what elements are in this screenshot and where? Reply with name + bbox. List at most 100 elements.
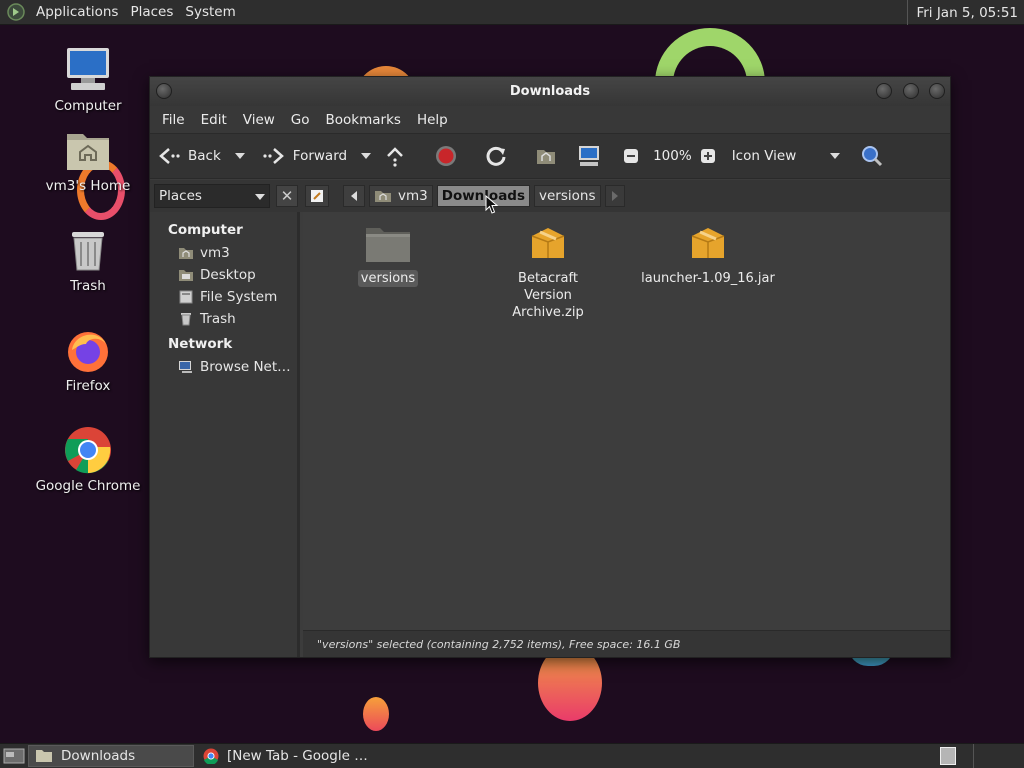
breadcrumb-label: versions xyxy=(539,188,596,204)
menu-help[interactable]: Help xyxy=(409,112,456,128)
breadcrumb-scroll-left[interactable] xyxy=(343,185,365,207)
desktop-icon-label: Computer xyxy=(54,98,122,114)
up-button[interactable] xyxy=(385,145,413,167)
chrome-icon xyxy=(65,427,111,474)
close-side-pane-button[interactable]: ✕ xyxy=(276,185,298,207)
menu-edit[interactable]: Edit xyxy=(193,112,235,128)
chevron-right-icon xyxy=(611,191,618,201)
location-bar: Places ✕ vm3 Downloads versions xyxy=(150,180,950,212)
toggle-location-entry-button[interactable] xyxy=(305,185,329,207)
sidebar-item-label: vm3 xyxy=(200,245,230,261)
sidebar-heading-computer: Computer xyxy=(168,222,243,238)
bg-blob-small-orange xyxy=(363,697,389,731)
reload-icon xyxy=(486,146,506,166)
reload-button[interactable] xyxy=(485,145,515,167)
forward-history-dropdown[interactable] xyxy=(361,153,372,159)
menu-bookmarks[interactable]: Bookmarks xyxy=(318,112,409,128)
folder-icon xyxy=(366,228,410,262)
desktop-icon-label: vm3's Home xyxy=(45,178,131,194)
zoom-out-button[interactable] xyxy=(623,148,647,164)
bottom-panel: Downloads [New Tab - Google … xyxy=(0,743,1024,768)
desktop-icon xyxy=(179,270,193,281)
breadcrumb-label: vm3 xyxy=(398,188,428,204)
zoom-out-icon xyxy=(624,149,639,163)
toolbar: Back Forward 100% Icon View xyxy=(150,133,950,179)
breadcrumb-versions[interactable]: versions xyxy=(534,185,601,207)
sidebar-item-file-system[interactable]: File System xyxy=(150,286,297,308)
desktop-icon-trash[interactable]: Trash xyxy=(28,226,148,294)
zoom-level[interactable]: 100% xyxy=(653,148,692,164)
file-view[interactable]: versions Betacraft Version Archive.zip l… xyxy=(303,212,950,630)
filesystem-icon xyxy=(179,290,193,304)
computer-icon xyxy=(579,146,600,166)
home-icon xyxy=(179,248,193,259)
taskbar-item-label: [New Tab - Google … xyxy=(227,748,368,764)
home-icon xyxy=(537,150,556,164)
breadcrumb-scroll-right[interactable] xyxy=(604,185,625,207)
file-name: launcher-1.09_16.jar xyxy=(641,271,775,286)
sidebar-item-browse-network[interactable]: Browse Net… xyxy=(150,356,297,378)
file-item[interactable]: launcher-1.09_16.jar xyxy=(633,224,783,287)
back-label: Back xyxy=(188,148,221,164)
workspace-switcher[interactable] xyxy=(940,747,956,765)
side-pane-label: Places xyxy=(159,188,202,204)
breadcrumb-vm3[interactable]: vm3 xyxy=(369,185,433,207)
desktop-icon-computer[interactable]: Computer xyxy=(28,44,148,114)
folder-icon xyxy=(36,750,52,762)
search-icon xyxy=(861,146,882,167)
maximize-button[interactable] xyxy=(903,83,919,99)
sidebar-item-trash[interactable]: Trash xyxy=(150,308,297,330)
home-button[interactable] xyxy=(535,146,565,166)
home-folder-icon xyxy=(67,134,109,170)
trash-icon xyxy=(181,313,191,326)
titlebar[interactable]: Downloads xyxy=(150,77,950,106)
edit-location-icon xyxy=(311,190,323,202)
archive-package-icon xyxy=(531,228,565,258)
taskbar-item-chrome[interactable]: [New Tab - Google … xyxy=(197,745,374,767)
file-item[interactable]: versions xyxy=(313,224,463,287)
menu-applications[interactable]: Applications xyxy=(30,4,124,20)
forward-button[interactable]: Forward xyxy=(263,146,347,166)
view-mode-select[interactable]: Icon View xyxy=(732,148,840,164)
sidebar-item-label: Desktop xyxy=(200,267,256,283)
clock[interactable]: Fri Jan 5, 05:51 xyxy=(907,0,1024,25)
desktop-icon-label: Google Chrome xyxy=(35,478,141,494)
menu-view[interactable]: View xyxy=(235,112,283,128)
chrome-icon xyxy=(203,748,219,764)
menu-places[interactable]: Places xyxy=(124,4,179,20)
firefox-icon xyxy=(68,332,108,372)
window-menu-button[interactable] xyxy=(156,83,172,99)
zoom-in-icon xyxy=(700,149,715,163)
show-desktop-icon[interactable] xyxy=(3,747,25,765)
network-icon xyxy=(179,361,192,373)
menubar: File Edit View Go Bookmarks Help xyxy=(150,106,950,133)
breadcrumb: vm3 Downloads versions xyxy=(305,180,629,212)
minimize-button[interactable] xyxy=(876,83,892,99)
stop-button[interactable] xyxy=(435,145,465,167)
menu-go[interactable]: Go xyxy=(283,112,318,128)
desktop-icon-chrome[interactable]: Google Chrome xyxy=(28,426,148,494)
back-button[interactable]: Back xyxy=(158,146,221,166)
places-sidebar: Computer vm3 Desktop File System Trash N… xyxy=(150,212,300,657)
sidebar-item-vm3[interactable]: vm3 xyxy=(150,242,297,264)
file-item[interactable]: Betacraft Version Archive.zip xyxy=(473,224,623,321)
back-history-dropdown[interactable] xyxy=(234,153,245,159)
taskbar-item-downloads[interactable]: Downloads xyxy=(28,745,194,767)
desktop-icon-firefox[interactable]: Firefox xyxy=(28,326,148,394)
applications-logo-icon xyxy=(7,3,25,21)
status-bar: "versions" selected (containing 2,752 it… xyxy=(303,630,950,657)
sidebar-item-desktop[interactable]: Desktop xyxy=(150,264,297,286)
trash-icon xyxy=(72,232,104,271)
desktop-icon-label: Trash xyxy=(70,278,106,294)
side-pane-selector[interactable]: Places xyxy=(154,184,270,208)
zoom-in-button[interactable] xyxy=(700,148,724,164)
desktop-icon-home[interactable]: vm3's Home xyxy=(28,128,148,194)
menu-system[interactable]: System xyxy=(179,4,241,20)
search-button[interactable] xyxy=(860,144,892,168)
menu-file[interactable]: File xyxy=(154,112,193,128)
sidebar-item-label: Trash xyxy=(200,311,236,327)
computer-button[interactable] xyxy=(577,145,609,167)
chevron-down-icon xyxy=(829,153,840,159)
breadcrumb-downloads[interactable]: Downloads xyxy=(436,185,531,207)
close-button[interactable] xyxy=(929,83,945,99)
